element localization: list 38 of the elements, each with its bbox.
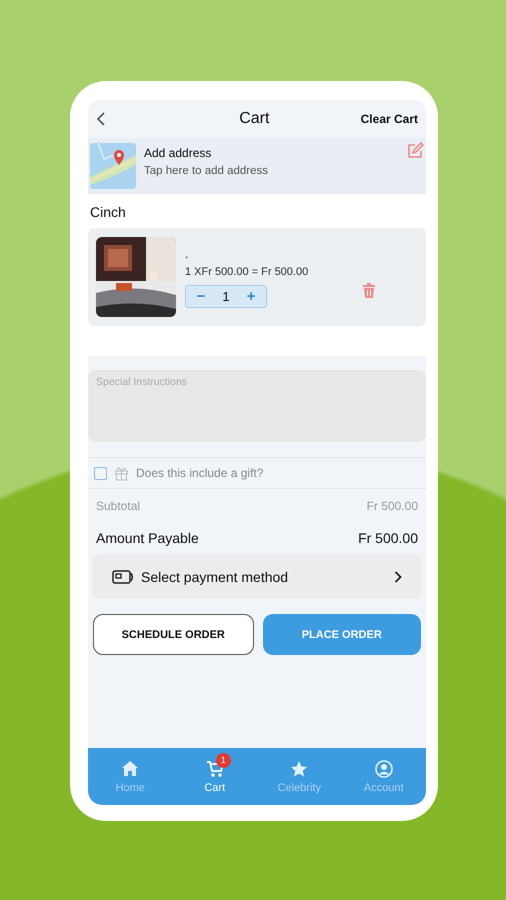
- page-title: Cart: [238, 110, 270, 128]
- place-order-button[interactable]: PLACE ORDER: [262, 614, 421, 655]
- nav-label: Celebrity: [278, 782, 321, 794]
- address-title: Add address: [144, 146, 212, 160]
- gift-label: Does this include a gift?: [136, 466, 264, 480]
- special-instructions-field[interactable]: Special Instructions: [88, 370, 426, 442]
- clear-cart-link[interactable]: Clear Cart: [360, 112, 418, 126]
- address-hint: Tap here to add address: [144, 165, 270, 177]
- nav-tab[interactable]: Account: [342, 748, 426, 805]
- nav-tab[interactable]: 1 Cart: [172, 748, 257, 805]
- payment-method-label: Select payment method: [141, 568, 290, 584]
- nav-label: Account: [364, 782, 404, 794]
- home-icon: [121, 760, 140, 778]
- subtotal-label: Subtotal: [96, 499, 140, 513]
- item-price: 1 XFr 500.00 = Fr 500.00: [185, 266, 310, 278]
- trash-icon[interactable]: [362, 282, 376, 298]
- edit-icon[interactable]: [406, 142, 424, 160]
- cart-count-badge: 1: [216, 752, 231, 768]
- nav-tab[interactable]: Celebrity: [257, 748, 342, 805]
- gift-checkbox[interactable]: [94, 466, 107, 480]
- schedule-order-button[interactable]: SCHEDULE ORDER: [93, 614, 254, 655]
- account-icon: [374, 760, 393, 778]
- payment-card-icon: [112, 568, 134, 584]
- nav-label: Cart: [204, 782, 226, 794]
- payment-method-row[interactable]: Select payment method: [92, 554, 422, 599]
- total-label: Amount Payable: [96, 530, 199, 546]
- chevron-right-icon: [394, 570, 402, 582]
- decrease-button[interactable]: −: [192, 288, 210, 304]
- quantity-value: 1: [222, 288, 230, 304]
- total-value: Fr 500.00: [358, 530, 418, 546]
- increase-button[interactable]: +: [242, 288, 260, 304]
- store-name: Cinch: [89, 203, 127, 222]
- nav-tab[interactable]: Home: [88, 748, 172, 805]
- subtotal-value: Fr 500.00: [366, 499, 418, 513]
- nav-label: Home: [116, 782, 145, 794]
- item-name: .: [185, 246, 190, 258]
- gift-icon: [114, 466, 129, 480]
- star-icon: [290, 760, 308, 778]
